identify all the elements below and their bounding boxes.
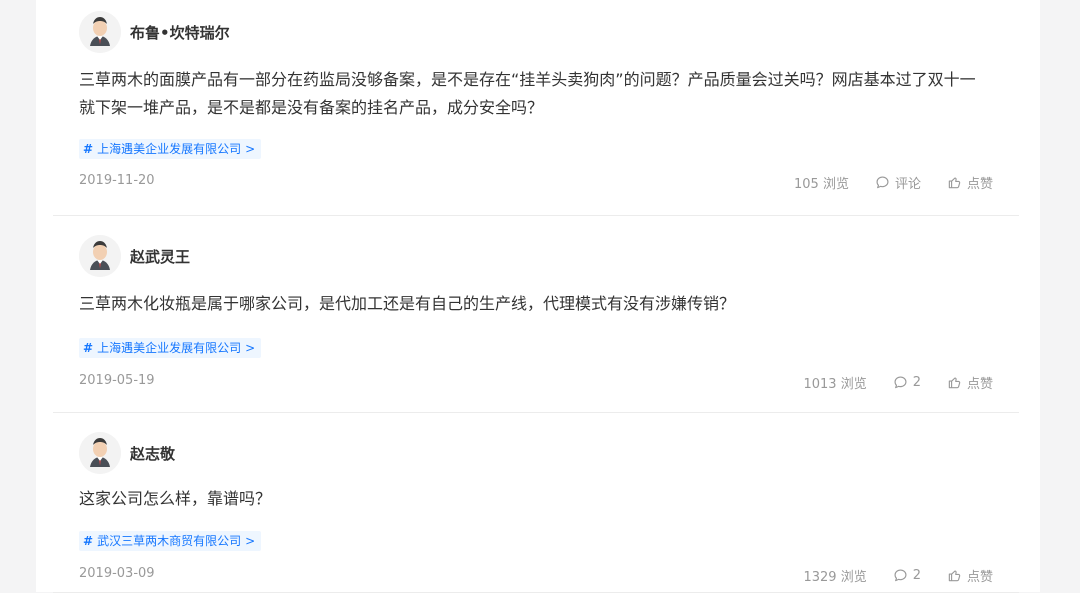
question-date: 2019-03-09 <box>79 566 155 581</box>
avatar[interactable] <box>79 432 121 474</box>
company-tag[interactable]: # 上海遇美企业发展有限公司 > <box>79 139 262 159</box>
thumb-up-icon <box>947 568 967 583</box>
question-text[interactable]: 这家公司怎么样，靠谱吗？ <box>79 485 989 513</box>
company-name[interactable]: 武汉三草两木商贸有限公司 <box>97 531 241 551</box>
username[interactable]: 赵志敬 <box>130 443 175 464</box>
meta-row: 2019-05-19 1013 浏览 2 点赞 <box>79 373 993 392</box>
question-text[interactable]: 三草两木的面膜产品有一部分在药监局没够备案，是不是存在“挂羊头卖狗肉”的问题？产… <box>79 66 989 122</box>
question-actions: 105 浏览 评论 点赞 <box>794 173 993 192</box>
user-row[interactable]: 赵志敬 <box>79 432 175 474</box>
chevron-right-icon: > <box>245 534 256 548</box>
avatar[interactable] <box>79 235 121 277</box>
question-item: 赵志敬 这家公司怎么样，靠谱吗？ # 武汉三草两木商贸有限公司 > 2019-0… <box>53 413 1019 593</box>
avatar-icon <box>79 432 121 474</box>
comment-button[interactable]: 2 <box>893 375 921 390</box>
like-button[interactable]: 点赞 <box>947 173 993 192</box>
question-date: 2019-11-20 <box>79 173 155 188</box>
company-name[interactable]: 上海遇美企业发展有限公司 <box>97 338 241 358</box>
like-label[interactable]: 点赞 <box>967 173 993 192</box>
hash-icon: # <box>83 142 94 156</box>
view-count: 105 浏览 <box>794 177 849 192</box>
chevron-right-icon: > <box>245 341 256 355</box>
username[interactable]: 赵武灵王 <box>130 246 190 267</box>
user-row[interactable]: 布鲁•坎特瑞尔 <box>79 11 230 53</box>
user-row[interactable]: 赵武灵王 <box>79 235 190 277</box>
avatar[interactable] <box>79 11 121 53</box>
avatar-icon <box>79 235 121 277</box>
comment-label[interactable]: 评论 <box>895 173 921 192</box>
question-date: 2019-05-19 <box>79 373 155 388</box>
view-count: 1329 浏览 <box>803 570 867 585</box>
thumb-up-icon <box>947 375 967 390</box>
question-actions: 1013 浏览 2 点赞 <box>803 373 993 392</box>
qa-card: 布鲁•坎特瑞尔 三草两木的面膜产品有一部分在药监局没够备案，是不是存在“挂羊头卖… <box>36 0 1040 593</box>
question-item: 布鲁•坎特瑞尔 三草两木的面膜产品有一部分在药监局没够备案，是不是存在“挂羊头卖… <box>53 0 1019 216</box>
comment-button[interactable]: 评论 <box>875 173 921 192</box>
meta-row: 2019-11-20 105 浏览 评论 点赞 <box>79 173 993 192</box>
comment-icon <box>893 375 913 390</box>
company-tag[interactable]: # 武汉三草两木商贸有限公司 > <box>79 531 262 551</box>
company-name[interactable]: 上海遇美企业发展有限公司 <box>97 139 241 159</box>
question-text[interactable]: 三草两木化妆瓶是属于哪家公司，是代加工还是有自己的生产线，代理模式有没有涉嫌传销… <box>79 290 989 318</box>
view-count: 1013 浏览 <box>803 377 867 392</box>
comment-count[interactable]: 2 <box>913 568 921 583</box>
hash-icon: # <box>83 534 94 548</box>
thumb-up-icon <box>947 175 967 190</box>
like-button[interactable]: 点赞 <box>947 373 993 392</box>
like-button[interactable]: 点赞 <box>947 566 993 585</box>
question-actions: 1329 浏览 2 点赞 <box>803 566 993 585</box>
chevron-right-icon: > <box>245 142 256 156</box>
company-tag[interactable]: # 上海遇美企业发展有限公司 > <box>79 338 262 358</box>
page: 布鲁•坎特瑞尔 三草两木的面膜产品有一部分在药监局没够备案，是不是存在“挂羊头卖… <box>0 0 1080 593</box>
like-label[interactable]: 点赞 <box>967 566 993 585</box>
like-label[interactable]: 点赞 <box>967 373 993 392</box>
meta-row: 2019-03-09 1329 浏览 2 点赞 <box>79 566 993 585</box>
hash-icon: # <box>83 341 94 355</box>
comment-button[interactable]: 2 <box>893 568 921 583</box>
comment-icon <box>893 568 913 583</box>
comment-count[interactable]: 2 <box>913 375 921 390</box>
question-list: 布鲁•坎特瑞尔 三草两木的面膜产品有一部分在药监局没够备案，是不是存在“挂羊头卖… <box>53 0 1019 593</box>
username[interactable]: 布鲁•坎特瑞尔 <box>130 22 230 43</box>
avatar-icon <box>79 11 121 53</box>
comment-icon <box>875 175 895 190</box>
question-item: 赵武灵王 三草两木化妆瓶是属于哪家公司，是代加工还是有自己的生产线，代理模式有没… <box>53 216 1019 413</box>
